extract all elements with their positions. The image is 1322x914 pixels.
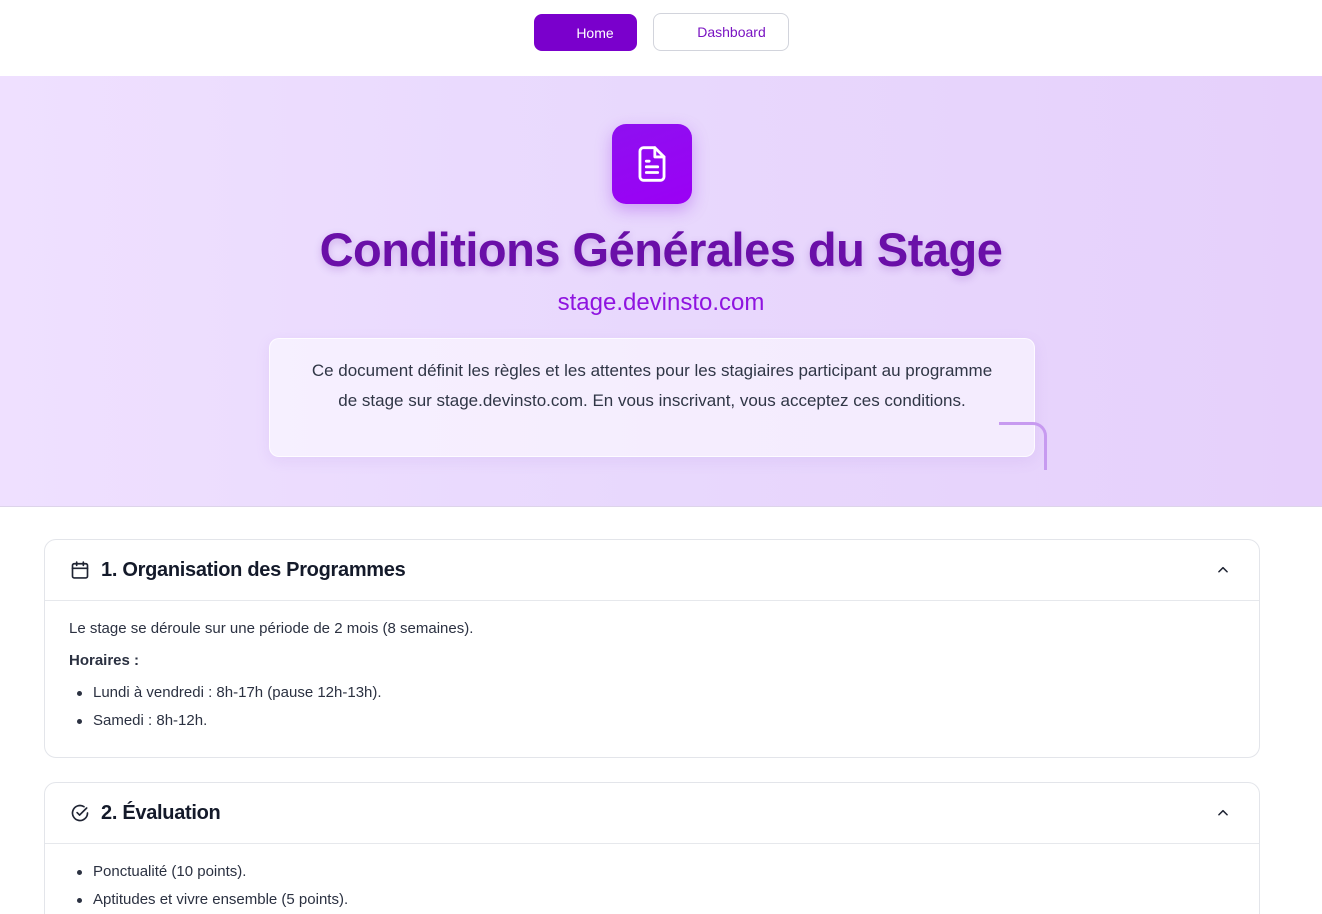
- home-button[interactable]: Home: [533, 14, 637, 51]
- list-item: Samedi : 8h-12h.: [69, 711, 1235, 731]
- evaluation-list: Ponctualité (10 points). Aptitudes et vi…: [69, 862, 1235, 910]
- calendar-icon: [69, 559, 91, 581]
- document-icon: [612, 124, 692, 204]
- section-organisation: 1. Organisation des Programmes Le stage …: [44, 539, 1260, 758]
- list-item: Aptitudes et vivre ensemble (5 points).: [69, 890, 1235, 910]
- section-body: Le stage se déroule sur une période de 2…: [45, 601, 1259, 731]
- list-item: Lundi à vendredi : 8h-17h (pause 12h-13h…: [69, 683, 1235, 703]
- list-item: Ponctualité (10 points).: [69, 862, 1235, 882]
- section-evaluation: 2. Évaluation Ponctualité (10 points). A…: [44, 782, 1260, 914]
- schedule-label: Horaires :: [69, 652, 140, 669]
- section-header-organisation[interactable]: 1. Organisation des Programmes: [45, 540, 1259, 601]
- check-circle-icon: [69, 802, 91, 824]
- section-intro: Le stage se déroule sur une période de 2…: [69, 620, 474, 637]
- site-subtitle: stage.devinsto.com: [557, 289, 765, 316]
- intro-text: Ce document définit les règles et les at…: [311, 361, 993, 410]
- section-title: 1. Organisation des Programmes: [101, 558, 406, 581]
- decorative-corner: [999, 422, 1047, 470]
- section-body: Ponctualité (10 points). Aptitudes et vi…: [45, 844, 1259, 910]
- chevron-up-icon[interactable]: [1215, 562, 1231, 578]
- chevron-up-icon[interactable]: [1215, 805, 1231, 821]
- section-title: 2. Évaluation: [101, 801, 221, 824]
- top-nav: Home Dashboard: [0, 0, 1322, 76]
- page-title: Conditions Générales du Stage: [319, 223, 1003, 276]
- schedule-list: Lundi à vendredi : 8h-17h (pause 12h-13h…: [69, 683, 1235, 731]
- intro-card: Ce document définit les règles et les at…: [269, 338, 1035, 457]
- dashboard-button[interactable]: Dashboard: [652, 13, 789, 51]
- hero-banner: Conditions Générales du Stage stage.devi…: [0, 76, 1322, 507]
- section-header-evaluation[interactable]: 2. Évaluation: [45, 783, 1259, 844]
